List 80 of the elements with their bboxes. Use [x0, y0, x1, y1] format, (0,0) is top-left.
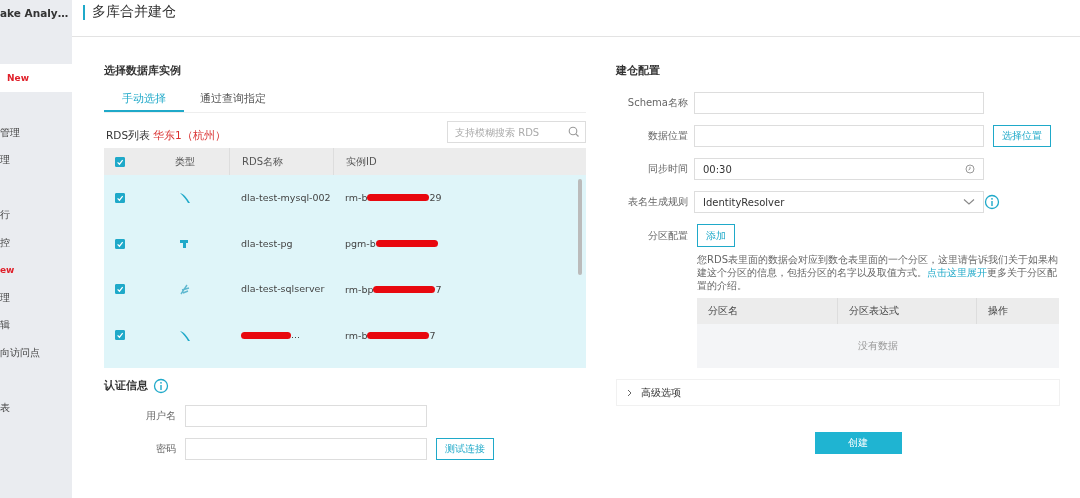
column-header: 分区表达式: [849, 304, 899, 318]
section-heading: 认证信息: [104, 379, 148, 393]
search-icon: [568, 126, 579, 137]
sidebar-item[interactable]: 表: [0, 394, 72, 422]
checkbox[interactable]: [115, 192, 125, 203]
sidebar-item[interactable]: New: [0, 64, 72, 92]
field-label: 用户名: [145, 409, 176, 423]
field-label: 数据位置: [647, 129, 688, 143]
sidebar-label: 辑: [0, 318, 10, 333]
table-cell: dla-test-mysql-002: [241, 190, 331, 205]
empty-message: 没有数据: [858, 339, 898, 353]
sidebar-label: 理: [0, 290, 10, 305]
check-icon: [116, 193, 124, 202]
checkbox[interactable]: [115, 238, 125, 249]
time-field[interactable]: 00:30: [694, 158, 984, 180]
sidebar-title: ake Analy…: [0, 6, 70, 21]
table-cell: rm-b: [345, 329, 368, 341]
column-header: 分区名: [708, 304, 738, 318]
input-field[interactable]: [185, 438, 427, 460]
scrollbar[interactable]: [578, 179, 582, 275]
region-label: 华东1（杭州）: [153, 129, 226, 143]
table-cell: 7: [429, 329, 436, 341]
checkbox[interactable]: [115, 284, 125, 295]
chevron-right-icon: [626, 388, 634, 397]
table-cell: ...: [291, 328, 301, 343]
column-header: RDS名称: [242, 154, 283, 169]
info-icon: [153, 378, 169, 394]
column-header: 操作: [988, 304, 1008, 318]
tab[interactable]: 通过查询指定: [184, 88, 282, 112]
table-cell: rm-b: [345, 192, 368, 204]
list-label: RDS列表: [106, 129, 151, 143]
sidebar-label: 控: [0, 235, 10, 250]
section-heading: 建仓配置: [616, 64, 661, 78]
title-accent: [83, 4, 85, 20]
sidebar-item[interactable]: 控: [0, 229, 72, 257]
table-cell: rm-bp: [345, 283, 374, 295]
advanced-options-label: 高级选项: [641, 385, 681, 400]
page-title: 多库合并建仓: [92, 3, 176, 21]
check-icon: [116, 239, 124, 248]
sidebar-label: 向访问点: [0, 345, 40, 360]
new-label: New: [7, 72, 29, 83]
sidebar-label: 管理: [0, 125, 20, 140]
sidebar-item[interactable]: 辑: [0, 311, 72, 339]
check-icon: [116, 285, 124, 294]
section-heading: 选择数据库实例: [104, 64, 182, 78]
new-label: ew: [0, 265, 15, 276]
input-field[interactable]: [185, 405, 427, 427]
advanced-options-toggle[interactable]: 高级选项: [616, 379, 1060, 406]
sidebar-label: 理: [0, 153, 10, 168]
field-label: 表名生成规则: [627, 195, 688, 209]
table-cell: pgm-b: [345, 238, 376, 250]
sidebar-item[interactable]: 理: [0, 284, 72, 312]
chevron-down-icon: [963, 198, 975, 206]
table-cell: 29: [429, 192, 442, 204]
sidebar-item[interactable]: 向访问点: [0, 339, 72, 367]
search-field[interactable]: 支持模糊搜索 RDS: [447, 121, 586, 143]
sidebar-item[interactable]: 管理: [0, 119, 72, 147]
sidebar-item[interactable]: 理: [0, 146, 72, 174]
sidebar-label: 表: [0, 400, 10, 415]
input-field[interactable]: [694, 92, 984, 114]
table-cell: dla-test-pg: [241, 236, 293, 251]
check-icon: [116, 157, 124, 166]
sidebar-item[interactable]: 行: [0, 201, 72, 229]
column-header: 实例ID: [346, 154, 377, 169]
field-label: 密码: [155, 442, 176, 456]
column-header: 类型: [174, 154, 195, 169]
field-label: 分区配置: [647, 228, 688, 243]
input-field[interactable]: [694, 125, 984, 147]
table-cell: dla-test-sqlserver: [241, 282, 325, 297]
checkbox[interactable]: [115, 156, 125, 167]
clock-icon: [965, 164, 975, 174]
field-label: 同步时间: [647, 162, 688, 176]
sidebar-item[interactable]: ew: [0, 256, 72, 284]
description-text: 您RDS表里面的数据会对应到数仓表里面的一个分区，这里请告诉我们关于如果构建这个分区的信息，包括分区的名字以及取值方式。点击这里展开更多关于分区配置的介绍。: [697, 253, 1059, 292]
checkbox[interactable]: [115, 330, 125, 341]
select-field[interactable]: IdentityResolver: [694, 191, 984, 213]
sidebar-label: 行: [0, 208, 10, 223]
check-icon: [116, 331, 124, 340]
table-cell: 7: [435, 283, 442, 295]
field-label: Schema名称: [626, 96, 688, 110]
